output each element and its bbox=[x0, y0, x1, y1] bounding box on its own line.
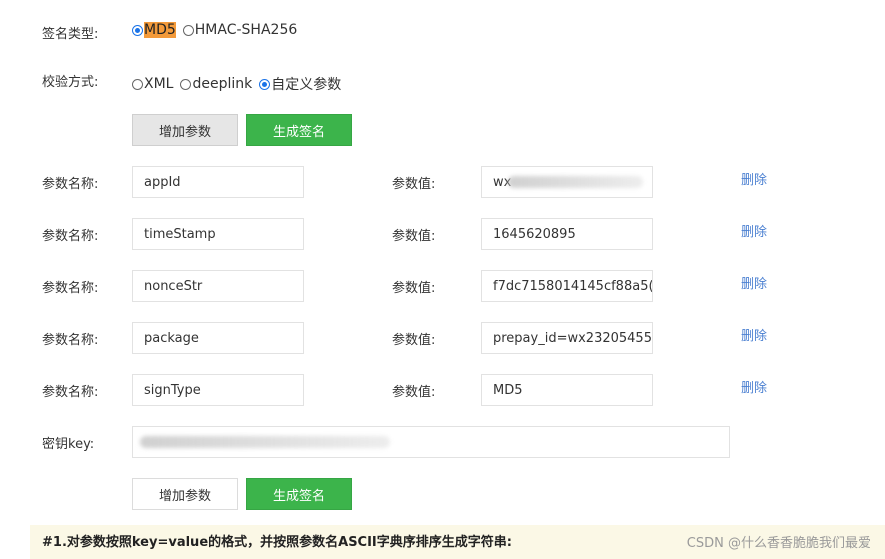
generate-sign-button-top[interactable]: 生成签名 bbox=[246, 114, 352, 146]
param-value-label: 参数值: bbox=[392, 281, 436, 296]
step1-instruction: #1.对参数按照key=value的格式，并按照参数名ASCII字典序排序生成字… bbox=[42, 535, 512, 550]
delete-param-link[interactable]: 删除 bbox=[741, 377, 767, 396]
add-param-button-top[interactable]: 增加参数 bbox=[132, 114, 238, 146]
redacted-blur bbox=[508, 176, 643, 188]
sign-type-md5-option[interactable]: MD5 bbox=[132, 22, 176, 38]
delete-param-link[interactable]: 删除 bbox=[741, 273, 767, 292]
param-value-label: 参数值: bbox=[392, 385, 436, 400]
param-value-label: 参数值: bbox=[392, 333, 436, 348]
param-name-label: 参数名称: bbox=[42, 385, 99, 400]
radio-md5[interactable] bbox=[132, 24, 143, 36]
verify-method-custom-option[interactable]: 自定义参数 bbox=[259, 74, 341, 94]
radio-xml[interactable] bbox=[132, 78, 143, 90]
verify-method-deeplink-option[interactable]: deeplink bbox=[180, 76, 252, 92]
param-name-input[interactable]: nonceStr bbox=[132, 270, 304, 302]
param-value-label: 参数值: bbox=[392, 177, 436, 192]
verify-method-label: 校验方式: bbox=[42, 75, 99, 90]
radio-deeplink[interactable] bbox=[180, 78, 192, 90]
option-label-custom-params: 自定义参数 bbox=[271, 77, 342, 93]
verify-method-radio-group: XML deeplink 自定义参数 bbox=[132, 74, 348, 94]
param-name-input[interactable]: signType bbox=[132, 374, 304, 406]
generate-sign-button-bottom[interactable]: 生成签名 bbox=[246, 478, 352, 510]
param-name-label: 参数名称: bbox=[42, 333, 99, 348]
param-value-input[interactable]: MD5 bbox=[481, 374, 653, 406]
param-value-input[interactable]: 1645620895 bbox=[481, 218, 653, 250]
param-name-input[interactable]: appId bbox=[132, 166, 304, 198]
delete-param-link[interactable]: 删除 bbox=[741, 221, 767, 240]
csdn-watermark: CSDN @什么香香脆脆我们最爱 bbox=[686, 536, 871, 551]
secret-key-label: 密钥key: bbox=[42, 437, 95, 452]
param-name-input[interactable]: timeStamp bbox=[132, 218, 304, 250]
param-value-input[interactable]: prepay_id=wx23205455 bbox=[481, 322, 653, 354]
param-value-label: 参数值: bbox=[392, 229, 436, 244]
param-name-label: 参数名称: bbox=[42, 177, 99, 192]
option-label-deeplink: deeplink bbox=[192, 76, 253, 92]
radio-hmac-sha256[interactable] bbox=[182, 24, 194, 36]
delete-param-link[interactable]: 删除 bbox=[741, 169, 767, 188]
verify-method-xml-option[interactable]: XML bbox=[132, 76, 173, 92]
radio-custom-params[interactable] bbox=[259, 78, 271, 90]
param-name-input[interactable]: package bbox=[132, 322, 304, 354]
param-name-label: 参数名称: bbox=[42, 229, 99, 244]
delete-param-link[interactable]: 删除 bbox=[741, 325, 767, 344]
sign-type-radio-group: MD5 HMAC-SHA256 bbox=[132, 22, 304, 38]
sign-type-label: 签名类型: bbox=[42, 27, 99, 42]
option-label-hmac-sha256: HMAC-SHA256 bbox=[194, 22, 298, 38]
param-name-label: 参数名称: bbox=[42, 281, 99, 296]
param-value-input[interactable]: f7dc7158014145cf88a5( bbox=[481, 270, 653, 302]
sign-type-hmac-option[interactable]: HMAC-SHA256 bbox=[182, 22, 298, 38]
option-label-md5: MD5 bbox=[144, 22, 176, 38]
redacted-blur bbox=[140, 436, 390, 448]
option-label-xml: XML bbox=[144, 76, 174, 92]
add-param-button-bottom[interactable]: 增加参数 bbox=[132, 478, 238, 510]
